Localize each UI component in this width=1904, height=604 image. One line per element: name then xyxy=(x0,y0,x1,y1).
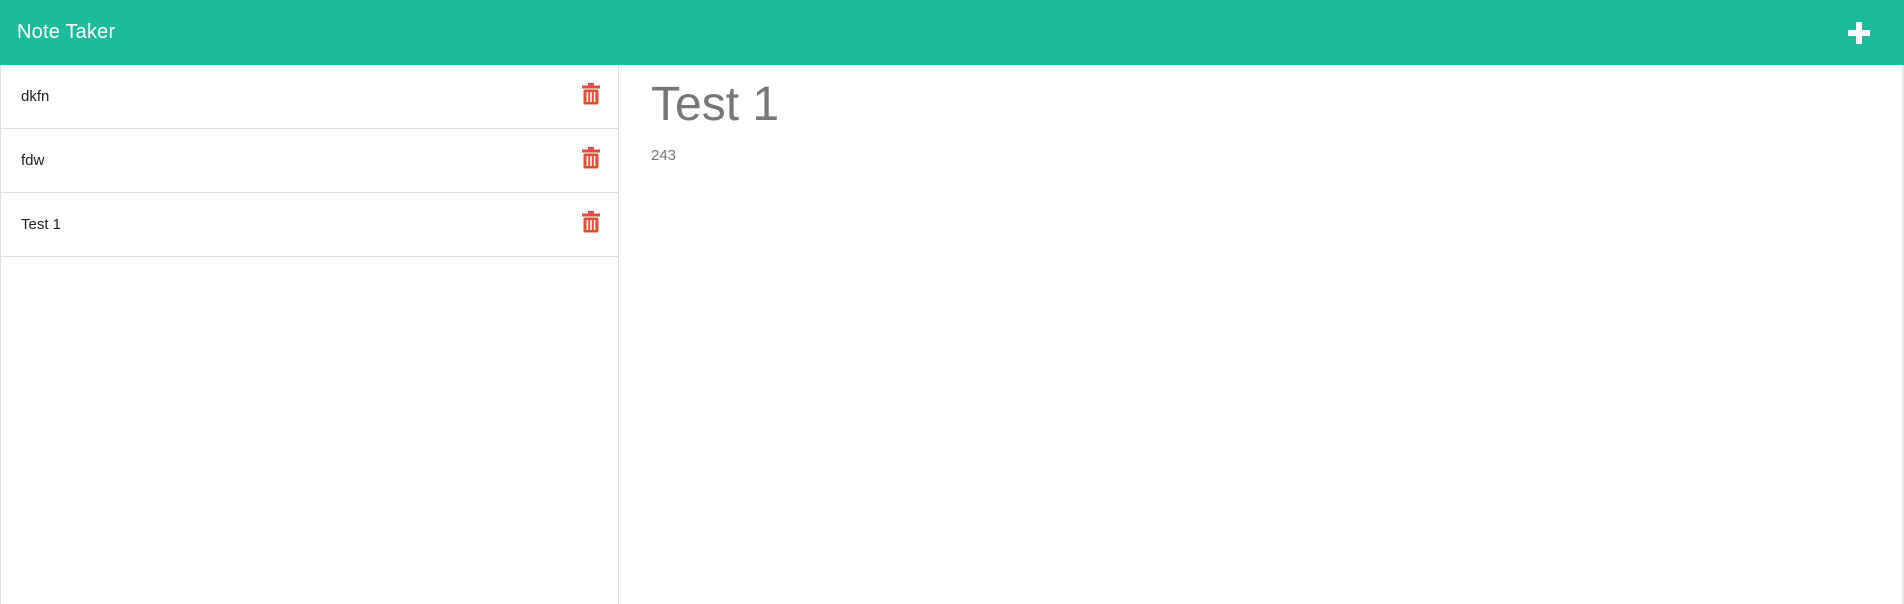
navbar: Note Taker xyxy=(0,0,1904,65)
note-item-title: dkfn xyxy=(21,88,50,105)
note-list-item[interactable]: dkfn xyxy=(1,65,618,129)
note-editor: Test 1 243 xyxy=(619,65,1904,604)
note-item-title: Test 1 xyxy=(21,216,62,233)
trash-icon[interactable] xyxy=(582,147,600,169)
trash-icon[interactable] xyxy=(582,211,600,233)
note-item-title: fdw xyxy=(21,152,45,169)
trash-icon[interactable] xyxy=(582,83,600,105)
new-note-plus-icon[interactable] xyxy=(1846,20,1872,46)
app-title[interactable]: Note Taker xyxy=(17,21,115,44)
note-list-item[interactable]: Test 1 xyxy=(1,193,618,257)
note-list-item[interactable]: fdw xyxy=(1,129,618,193)
note-list: dkfn fdw Test 1 xyxy=(0,65,619,604)
note-title-field[interactable]: Test 1 xyxy=(651,78,779,132)
note-text-field[interactable]: 243 xyxy=(651,147,676,164)
